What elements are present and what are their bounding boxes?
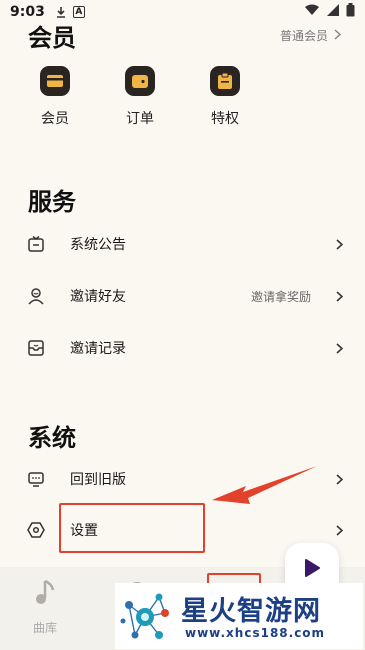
wifi-icon [304,4,320,20]
list-item-label: 回到旧版 [70,472,126,488]
system-section-title: 系统 [28,424,76,452]
settings-highlight-annotation [59,503,205,553]
chevron-right-icon [333,238,345,250]
tab-library[interactable]: 曲库 [10,567,80,650]
clipboard-icon [210,66,240,96]
list-item-back-to-old-version[interactable]: 回到旧版 [0,459,365,499]
monitor-icon [26,469,46,489]
play-icon [303,558,321,582]
chevron-right-icon [333,524,345,536]
list-item-invite-records[interactable]: 邀请记录 [0,328,365,368]
watermark-title: 星火智游网 [181,596,321,627]
list-item-label: 系统公告 [70,237,126,253]
signal-icon [326,4,340,20]
invite-reward-hint: 邀请拿奖励 [250,289,311,304]
settings-hexagon-icon [26,520,46,540]
battery-icon [346,3,355,21]
services-section-title: 服务 [28,188,76,216]
shortcut-label: 订单 [126,111,154,127]
watermark-url: www.xhcs188.com [185,626,326,640]
member-level-label: 普通会员 [279,29,328,43]
membership-card-icon [40,66,70,96]
download-icon [55,6,67,18]
shortcut-orders[interactable]: 订单 [115,66,165,128]
list-item-label: 邀请好友 [70,289,126,305]
chevron-right-icon [333,342,345,354]
shortcut-privileges[interactable]: 特权 [200,66,250,128]
list-item-invite-friends[interactable]: 邀请好友 邀请拿奖励 [0,276,365,316]
wallet-icon [125,66,155,96]
watermark-logo-icon [120,593,169,639]
list-item-system-announcement[interactable]: 系统公告 [0,224,365,264]
chevron-right-icon [333,290,345,302]
chevron-right-icon [334,28,342,43]
invite-friends-icon [26,286,46,306]
music-note-icon [32,579,58,605]
watermark: 星火智游网 www.xhcs188.com [115,583,363,649]
member-level-link[interactable]: 普通会员 [279,27,342,44]
shortcut-label: 会员 [41,111,69,127]
list-item-label: 邀请记录 [70,341,126,357]
chevron-right-icon [333,473,345,485]
shortcut-label: 特权 [211,111,239,127]
member-section-title: 会员 [28,24,76,52]
a-notification-icon: A [72,6,85,18]
tab-label: 曲库 [32,621,57,635]
announcement-icon [26,234,46,254]
invite-record-icon [26,338,46,358]
shortcut-membership[interactable]: 会员 [30,66,80,128]
